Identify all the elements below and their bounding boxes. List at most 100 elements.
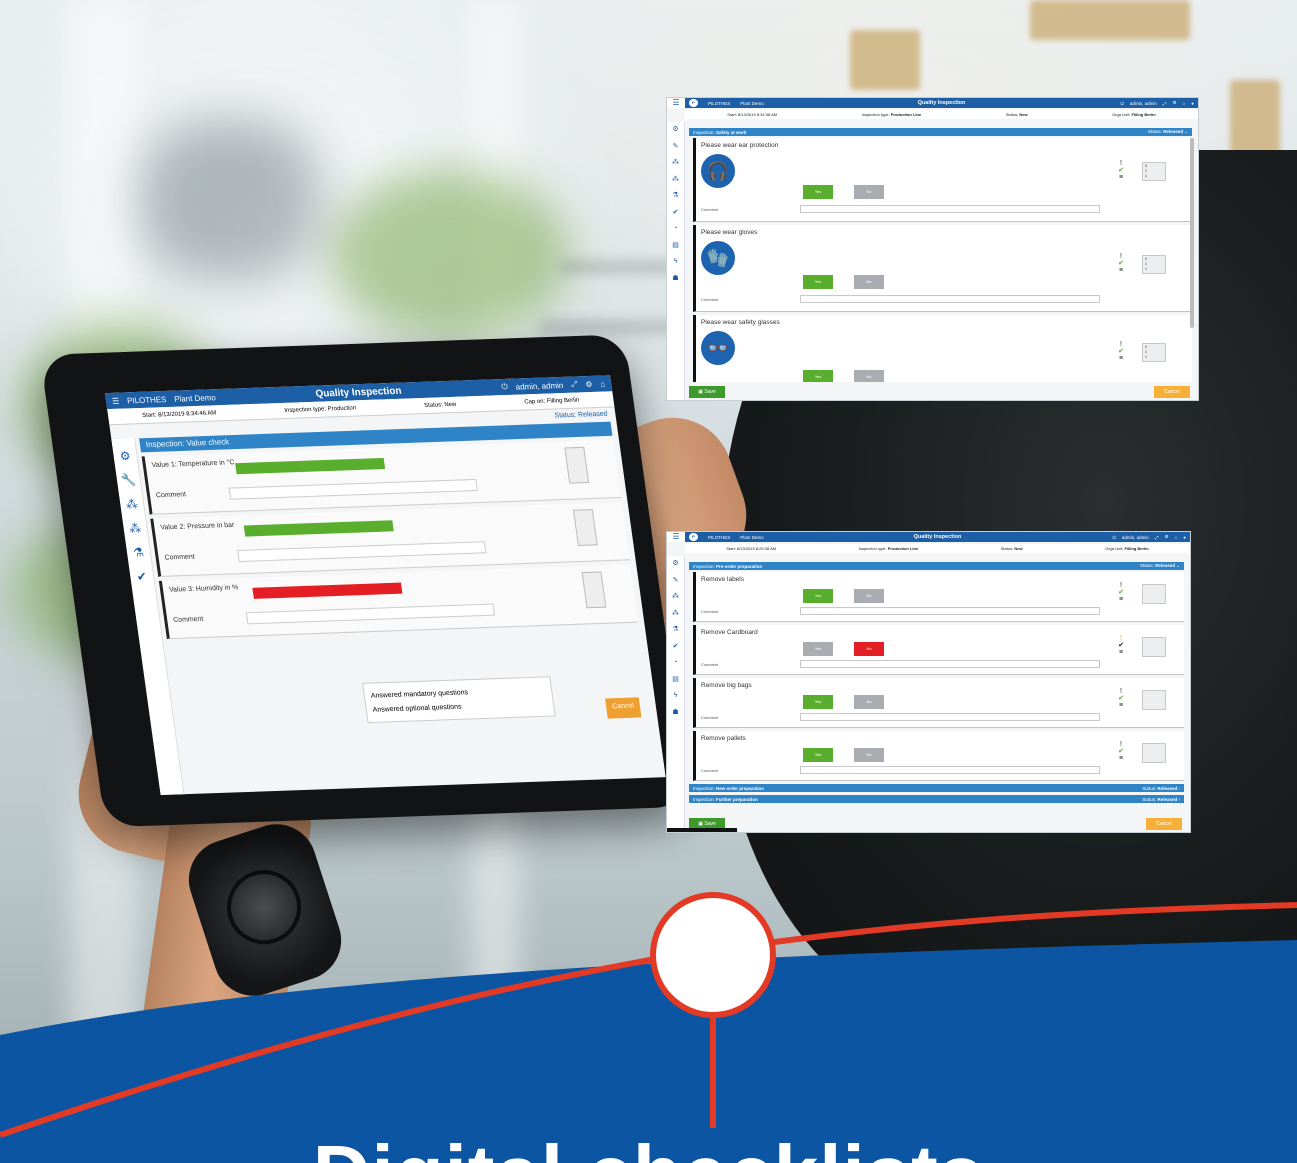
- comment-input[interactable]: [800, 660, 1100, 668]
- chevron-down-icon[interactable]: ⌄: [1184, 129, 1188, 134]
- flask-icon[interactable]: ⚗: [667, 622, 684, 639]
- power-icon[interactable]: ⏻: [1120, 101, 1124, 106]
- yes-button[interactable]: Yes: [803, 275, 833, 289]
- check-icon[interactable]: ✔: [667, 205, 684, 222]
- footer-note: [667, 828, 737, 832]
- no-button[interactable]: No: [854, 642, 884, 656]
- check-circle-icon: ✔: [1118, 260, 1124, 267]
- question-card: Please wear ear protection 🎧 Yes No Comm…: [693, 138, 1192, 222]
- app-name: PILOTHES: [708, 100, 731, 106]
- network-icon[interactable]: ⁂: [667, 172, 684, 189]
- network-icon[interactable]: ⁂: [123, 521, 148, 536]
- chevron-right-icon[interactable]: ›: [1179, 786, 1181, 791]
- comment-input[interactable]: [800, 607, 1100, 615]
- no-button[interactable]: No: [854, 185, 884, 199]
- power-icon[interactable]: ⏻: [1112, 535, 1116, 540]
- gears-icon[interactable]: ⚙: [667, 122, 684, 139]
- comment-input[interactable]: [237, 541, 487, 563]
- gear-icon[interactable]: ⚙: [1165, 534, 1169, 540]
- comment-input[interactable]: [228, 478, 478, 500]
- yes-button[interactable]: Yes: [803, 695, 833, 709]
- home-icon[interactable]: ⌂: [1175, 535, 1178, 540]
- inspection-header[interactable]: Inspection: Pre-order preparation Status…: [689, 562, 1184, 570]
- inspection-header[interactable]: Inspection: Safety at work Status: Relea…: [689, 128, 1192, 136]
- yes-button[interactable]: Yes: [803, 642, 833, 656]
- power-icon[interactable]: ⏻: [501, 382, 509, 392]
- no-button[interactable]: No: [854, 695, 884, 709]
- flask-icon[interactable]: ⚗: [126, 545, 151, 560]
- yes-button[interactable]: Yes: [803, 589, 833, 603]
- cancel-button[interactable]: Cancel: [1154, 386, 1190, 398]
- network-icon[interactable]: ⁂: [667, 155, 684, 172]
- comment-input[interactable]: [245, 603, 496, 625]
- wrench-icon[interactable]: 🔧: [116, 473, 141, 488]
- inspection-status-label: Status:: [1142, 796, 1157, 802]
- comment-input[interactable]: [800, 766, 1100, 774]
- plant-name: Plant Demo: [740, 100, 764, 106]
- hamburger-icon[interactable]: ☰: [667, 532, 685, 542]
- yes-button[interactable]: Yes: [803, 748, 833, 762]
- comment-input[interactable]: [800, 205, 1100, 213]
- tablet-device: ☰ PILOTHES Plant Demo Quality Inspection…: [40, 334, 690, 828]
- wrench-icon[interactable]: ✎: [667, 573, 684, 590]
- value-bar[interactable]: [252, 582, 403, 599]
- comment-input[interactable]: [800, 713, 1100, 721]
- wrench-icon[interactable]: ✎: [667, 139, 684, 156]
- network-icon[interactable]: ⁂: [667, 589, 684, 606]
- app-header: P PILOTHES Plant Demo Quality Inspection…: [685, 98, 1198, 108]
- no-button[interactable]: No: [854, 748, 884, 762]
- chevron-right-icon[interactable]: ›: [1179, 797, 1181, 802]
- chevron-down-icon[interactable]: ⌄: [1176, 563, 1180, 568]
- tablet-body: Inspection: Value check Value 1: Tempera…: [139, 421, 660, 794]
- hamburger-icon[interactable]: ☰: [667, 98, 685, 108]
- comment-label: Comment: [701, 297, 719, 302]
- comment-input[interactable]: [800, 295, 1100, 303]
- document-icon[interactable]: ▤: [667, 672, 684, 689]
- check-circle-icon: ✔: [1118, 589, 1124, 596]
- headline: Digital checklists: [0, 1128, 1297, 1163]
- gauge-icon[interactable]: ◔: [667, 655, 684, 672]
- no-button[interactable]: No: [854, 275, 884, 289]
- tablet-meta-org: Cap on: Filling Berlin: [523, 397, 580, 405]
- home-icon[interactable]: ⌂: [1183, 101, 1186, 106]
- value-bar[interactable]: [243, 520, 394, 537]
- check-icon[interactable]: ✔: [667, 639, 684, 656]
- counter-box: [1142, 584, 1166, 604]
- lightning-icon[interactable]: ϟ: [667, 254, 684, 271]
- gears-icon[interactable]: ⚙: [113, 449, 138, 464]
- gears-icon[interactable]: ⚙: [667, 556, 684, 573]
- expand-icon[interactable]: ⤢: [570, 379, 578, 389]
- yes-button[interactable]: Yes: [803, 370, 833, 382]
- meta-status: Status: New: [1001, 546, 1023, 551]
- cancel-button[interactable]: Cancel: [1146, 818, 1182, 830]
- gauge-icon[interactable]: ◔: [667, 221, 684, 238]
- no-button[interactable]: No: [854, 370, 884, 382]
- value-bar[interactable]: [235, 457, 386, 475]
- inspection-collapsed[interactable]: Inspection: New order preparation Status…: [689, 784, 1184, 792]
- yes-button[interactable]: Yes: [803, 185, 833, 199]
- gear-icon[interactable]: ⚙: [1173, 100, 1177, 106]
- network-icon[interactable]: ⁂: [667, 606, 684, 623]
- home-icon[interactable]: ⌂: [600, 379, 606, 388]
- check-icon[interactable]: ✔: [129, 569, 154, 584]
- scrollbar[interactable]: [1190, 138, 1194, 328]
- tablet-cancel-button[interactable]: Cancel: [605, 697, 642, 719]
- inspection-label: Inspection:: [693, 785, 715, 791]
- expand-icon[interactable]: ⤢: [1163, 101, 1167, 106]
- expand-icon[interactable]: ⤢: [1155, 535, 1159, 540]
- users-icon[interactable]: ☗: [667, 705, 684, 722]
- no-button[interactable]: No: [854, 589, 884, 603]
- inspection-name: New order preparation: [716, 785, 765, 791]
- gear-icon[interactable]: ⚙: [585, 379, 593, 388]
- chat-icon[interactable]: ●: [1183, 535, 1186, 540]
- chat-icon[interactable]: ●: [1191, 101, 1194, 106]
- save-button[interactable]: ▣ Save: [689, 386, 725, 398]
- inspection-collapsed[interactable]: Inspection: Further preparation Status: …: [689, 795, 1184, 803]
- users-icon[interactable]: ☗: [667, 271, 684, 288]
- counter-value: 1: [1145, 267, 1147, 271]
- network-icon[interactable]: ⁂: [119, 497, 144, 512]
- hamburger-icon[interactable]: ☰: [111, 396, 119, 405]
- lightning-icon[interactable]: ϟ: [667, 688, 684, 705]
- flask-icon[interactable]: ⚗: [667, 188, 684, 205]
- document-icon[interactable]: ▤: [667, 238, 684, 255]
